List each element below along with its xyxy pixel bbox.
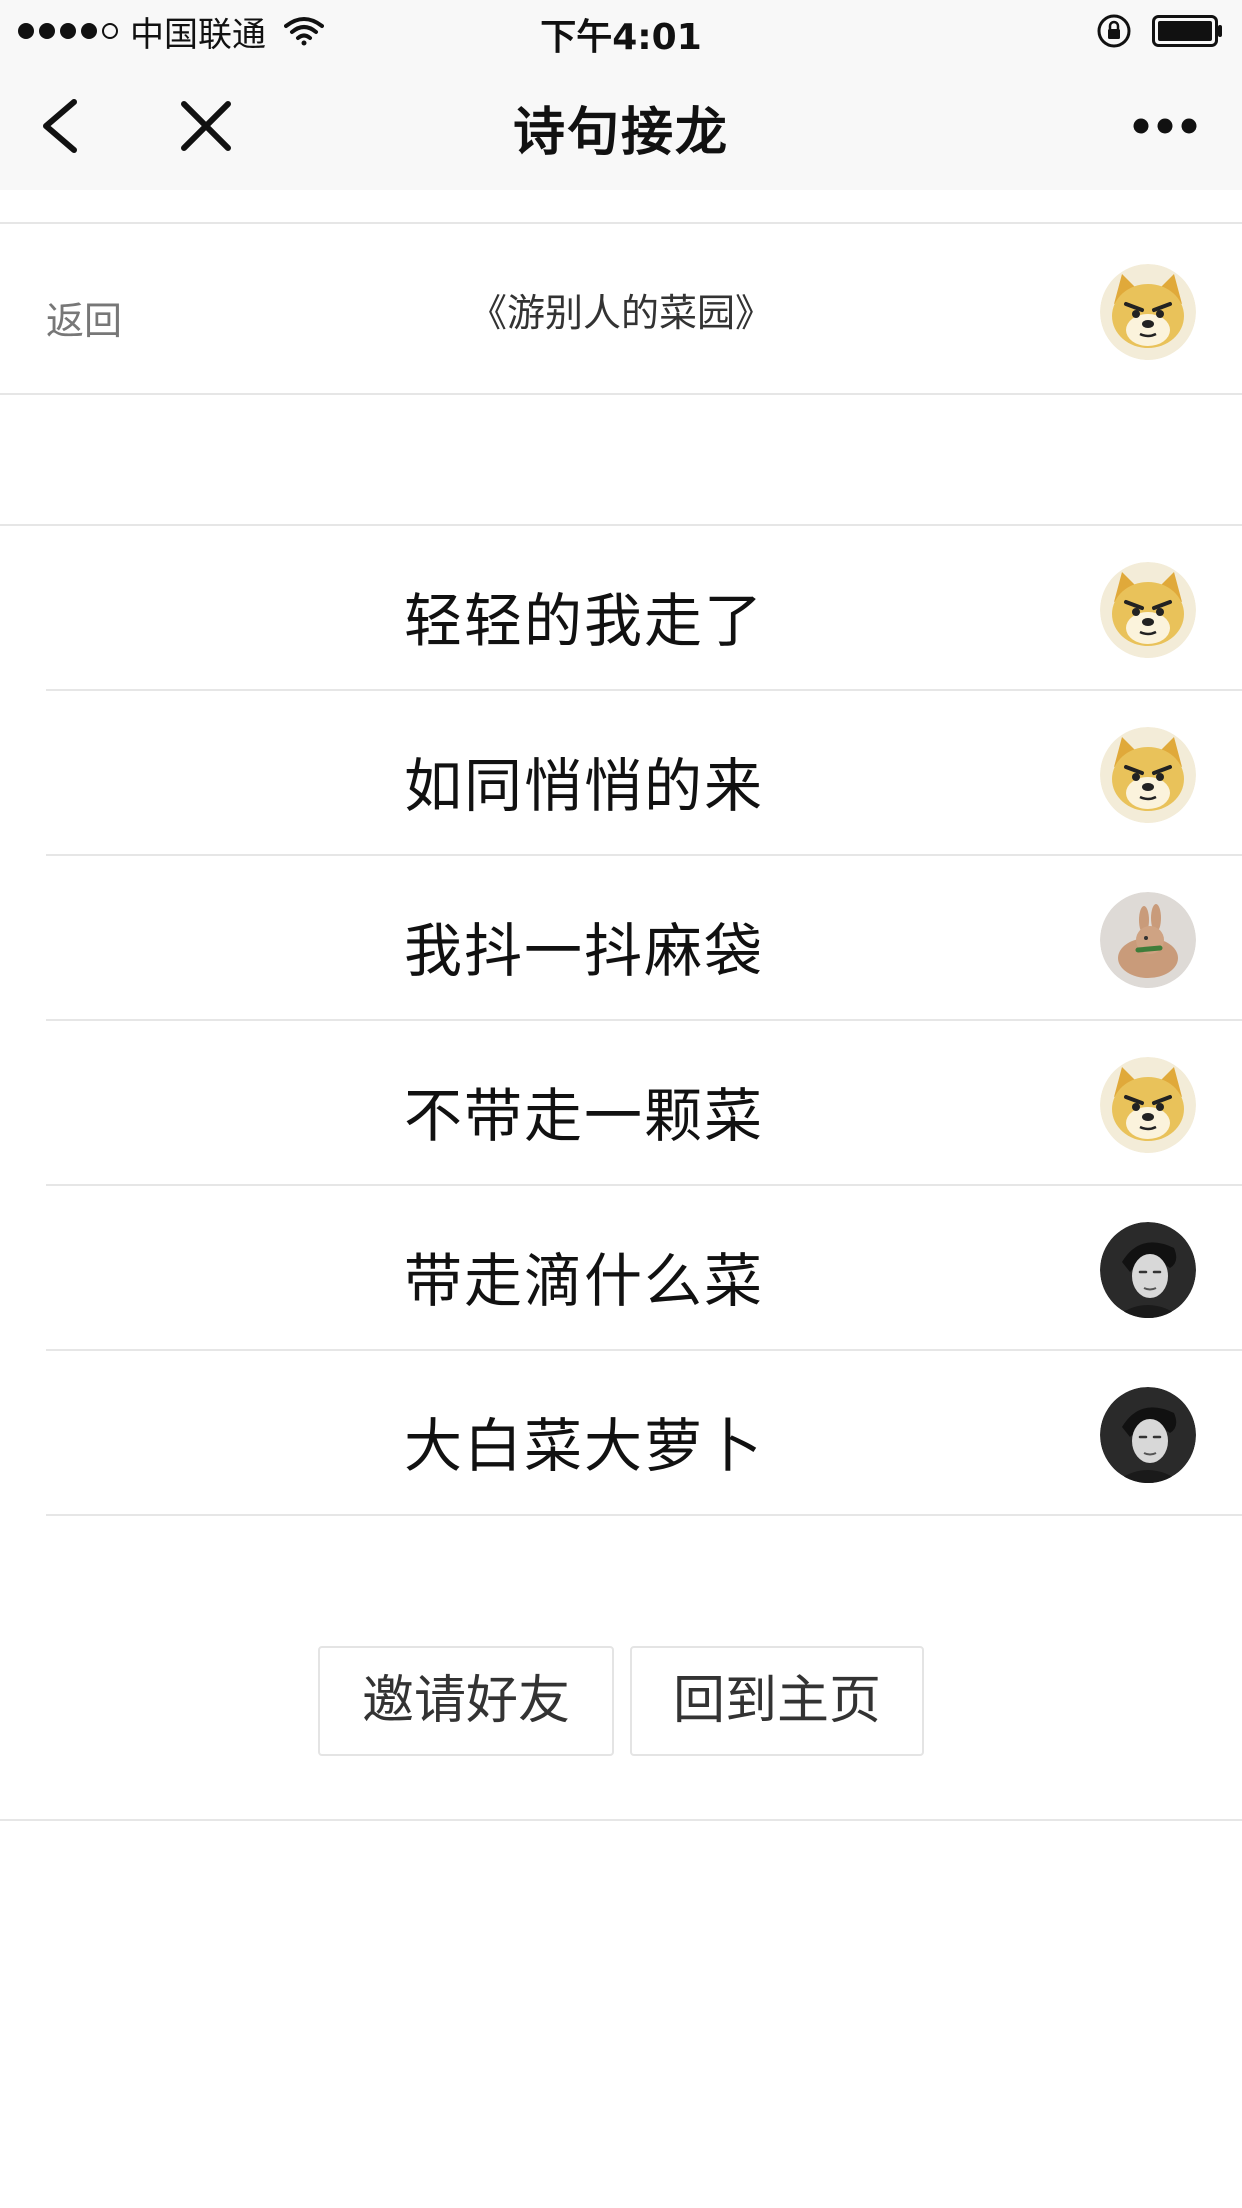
contributor-avatar[interactable] [1100,562,1196,658]
doge-avatar [1100,727,1196,823]
status-right [1096,10,1224,52]
poem-line-row: 轻轻的我走了 [46,526,1242,691]
doge-avatar [1100,562,1196,658]
rabbit-avatar [1100,892,1196,988]
poem-line-text: 如同悄悄的来 [404,752,765,820]
poem-line-text: 大白菜大萝卜 [404,1412,765,1480]
bottom-divider [0,1819,1242,1821]
contributor-avatar[interactable] [1100,892,1196,988]
poem-lines-list: 轻轻的我走了 如同悄悄的来 我抖一抖麻袋 不带走一颗菜 带走滴什么菜 大白菜大萝… [0,524,1242,1516]
status-bar: 中国联通 下午4:01 [0,0,1242,62]
invite-friends-button[interactable]: 邀请好友 [318,1646,614,1756]
poem-line-row: 不带走一颗菜 [46,1021,1242,1186]
poem-header: 返回 《游别人的菜园》 [0,222,1242,395]
portrait-avatar [1100,1387,1196,1483]
battery-icon [1152,15,1222,47]
doge-avatar [1100,1057,1196,1153]
creator-avatar[interactable] [1100,264,1196,360]
poem-line-text: 不带走一颗菜 [404,1082,765,1150]
contributor-avatar[interactable] [1100,727,1196,823]
poem-line-text: 我抖一抖麻袋 [404,917,765,985]
doge-avatar [1100,264,1196,360]
contributor-avatar[interactable] [1100,1222,1196,1318]
page-title: 诗句接龙 [512,103,729,163]
contributor-avatar[interactable] [1100,1057,1196,1153]
poem-line-text: 轻轻的我走了 [404,587,765,655]
poem-line-row: 我抖一抖麻袋 [46,856,1242,1021]
status-time: 下午4:01 [540,17,702,58]
rotation-lock-icon [1097,14,1131,48]
poem-line-row: 大白菜大萝卜 [46,1351,1242,1516]
more-dots-icon[interactable] [1132,112,1198,140]
contributor-avatar[interactable] [1100,1387,1196,1483]
poem-title: 《游别人的菜园》 [468,291,773,335]
portrait-avatar [1100,1222,1196,1318]
poem-line-row: 带走滴什么菜 [46,1186,1242,1351]
poem-line-row: 如同悄悄的来 [46,691,1242,856]
back-to-home-button[interactable]: 回到主页 [630,1646,924,1756]
poem-line-text: 带走滴什么菜 [404,1247,765,1315]
nav-bar: 诗句接龙 [0,62,1242,190]
